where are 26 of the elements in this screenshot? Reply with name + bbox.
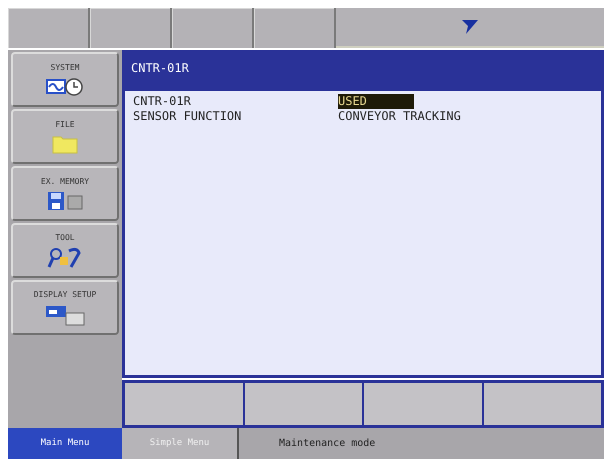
folder-icon — [52, 134, 78, 154]
display-settings-icon — [45, 304, 85, 326]
setting-value[interactable]: USED — [338, 94, 414, 109]
menu-button[interactable]: FILE — [11, 109, 119, 164]
function-key[interactable] — [484, 383, 601, 425]
panel-title: CNTR-01R — [131, 61, 189, 75]
function-key[interactable] — [364, 383, 482, 425]
toolbar-button[interactable] — [90, 8, 170, 48]
wave-clock-icon — [46, 77, 84, 97]
logo-icon — [460, 18, 480, 36]
setting-label: SENSOR FUNCTION — [133, 109, 242, 124]
menu-button[interactable]: EX. MEMORY — [11, 166, 119, 221]
menu-tab[interactable]: Main Menu — [8, 428, 122, 459]
tools-icon — [47, 247, 83, 269]
menu-button[interactable]: DISPLAY SETUP — [11, 280, 119, 335]
toolbar-button[interactable] — [172, 8, 252, 48]
status-text: Maintenance mode — [279, 437, 376, 451]
function-key[interactable] — [125, 383, 242, 425]
function-key[interactable] — [244, 383, 362, 425]
floppy-disk-icon — [47, 191, 83, 211]
menu-button[interactable]: SYSTEM — [11, 52, 119, 107]
setting-value[interactable]: CONVEYOR TRACKING — [338, 109, 461, 124]
setting-label: CNTR-01R — [133, 94, 192, 109]
toolbar-button[interactable] — [8, 8, 88, 48]
toolbar-button[interactable] — [254, 8, 334, 48]
menu-button[interactable]: TOOL — [11, 223, 119, 278]
